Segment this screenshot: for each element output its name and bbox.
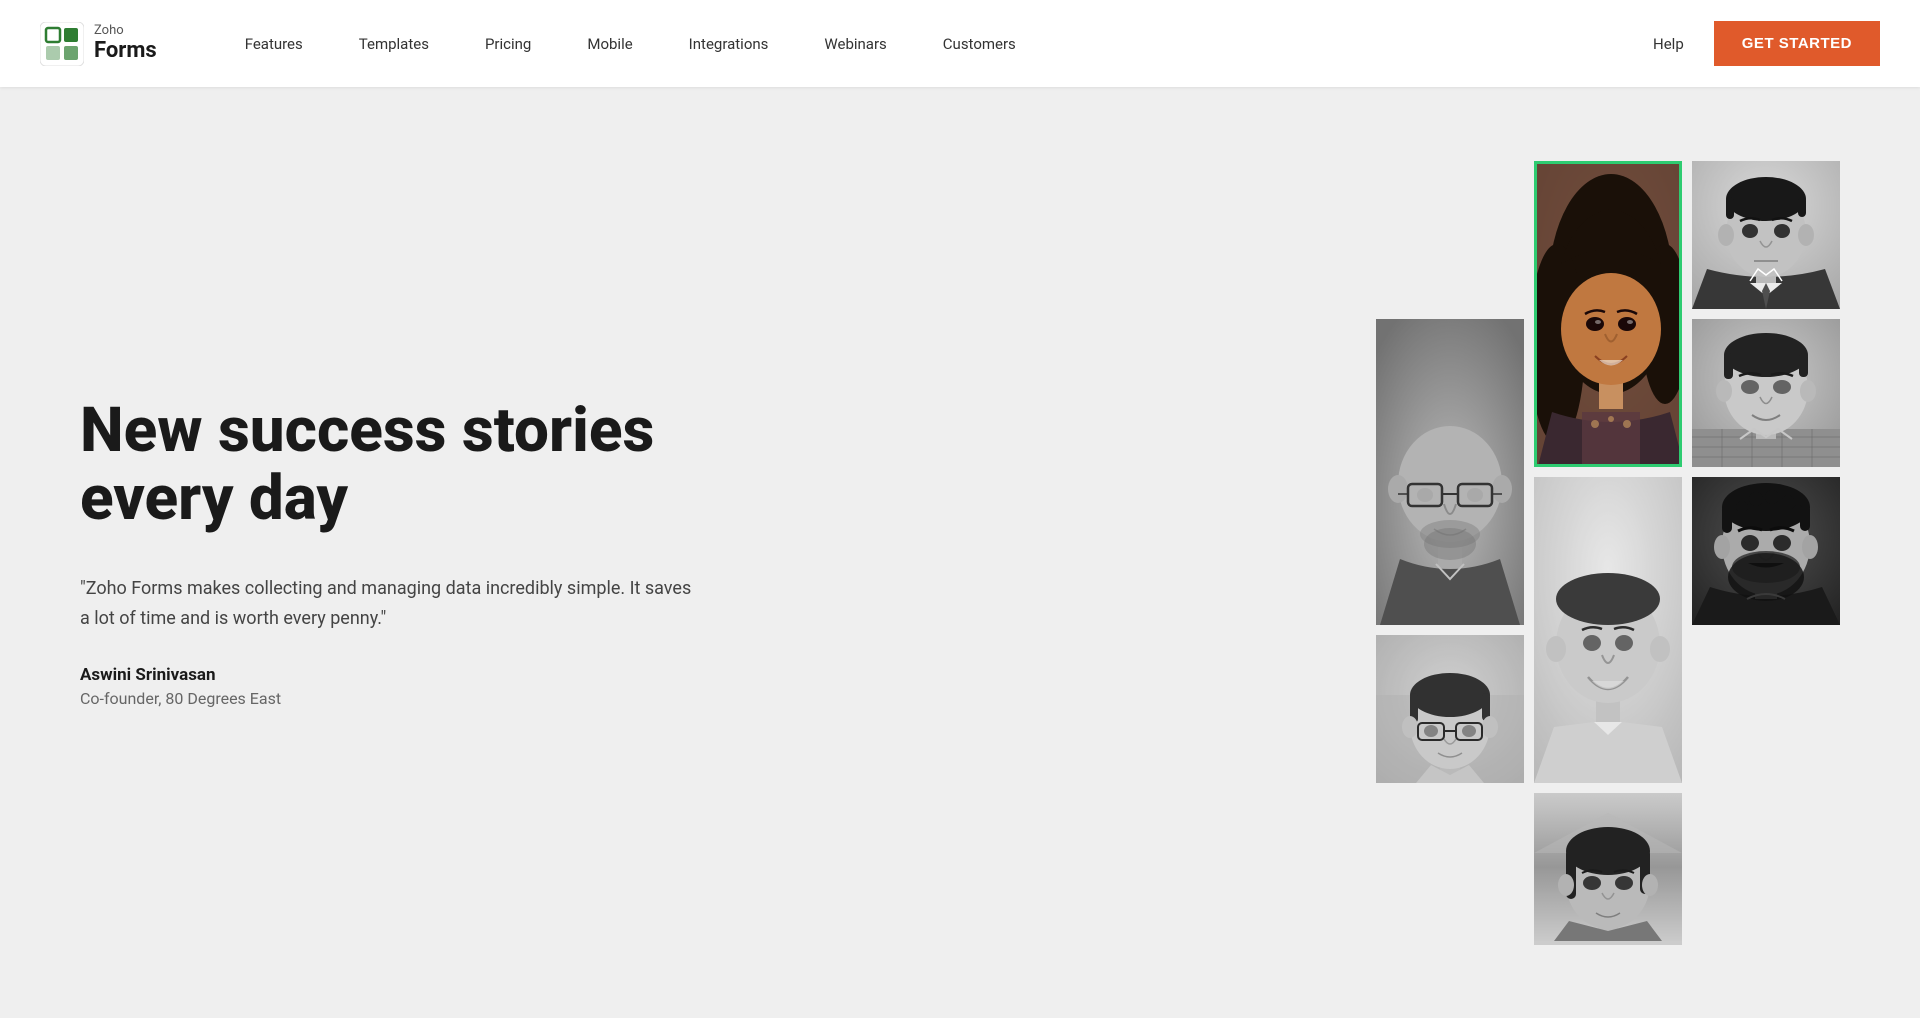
- logo-forms-text: Forms: [94, 39, 157, 63]
- hero-quote: "Zoho Forms makes collecting and managin…: [80, 574, 700, 635]
- logo-icon: [40, 22, 84, 66]
- photo-bald-man: [1376, 319, 1524, 625]
- photo-formal-man: [1692, 161, 1840, 309]
- logo[interactable]: Zoho Forms: [40, 22, 157, 66]
- nav-mobile[interactable]: Mobile: [559, 0, 660, 87]
- navbar: Zoho Forms Features Templates Pricing Mo…: [0, 0, 1920, 87]
- photo-highlighted-woman: [1534, 161, 1682, 467]
- nav-help[interactable]: Help: [1643, 35, 1694, 53]
- photo-grid: [1376, 161, 1840, 945]
- logo-zoho-text: Zoho: [94, 24, 157, 38]
- hero-author-name: Aswini Srinivasan: [80, 665, 700, 685]
- nav-right: Help GET STARTED: [1643, 21, 1880, 66]
- nav-pricing[interactable]: Pricing: [457, 0, 559, 87]
- photo-young-man-glasses: [1376, 635, 1524, 783]
- hero-author: Aswini Srinivasan Co-founder, 80 Degrees…: [80, 665, 700, 708]
- nav-customers[interactable]: Customers: [915, 0, 1044, 87]
- hero-author-title: Co-founder, 80 Degrees East: [80, 689, 700, 708]
- nav-webinars[interactable]: Webinars: [796, 0, 914, 87]
- nav-integrations[interactable]: Integrations: [661, 0, 797, 87]
- nav-features[interactable]: Features: [217, 0, 331, 87]
- hero-title: New success stories every day: [80, 397, 700, 533]
- hero-content: New success stories every day "Zoho Form…: [80, 397, 700, 708]
- get-started-button[interactable]: GET STARTED: [1714, 21, 1880, 66]
- nav-templates[interactable]: Templates: [331, 0, 457, 87]
- nav-links: Features Templates Pricing Mobile Integr…: [217, 0, 1643, 87]
- photo-casual-man: [1692, 319, 1840, 467]
- photo-outdoor-woman: [1534, 793, 1682, 945]
- hero-section: New success stories every day "Zoho Form…: [0, 87, 1920, 1018]
- photo-smiling-young-man: [1534, 477, 1682, 783]
- photo-bearded-man: [1692, 477, 1840, 625]
